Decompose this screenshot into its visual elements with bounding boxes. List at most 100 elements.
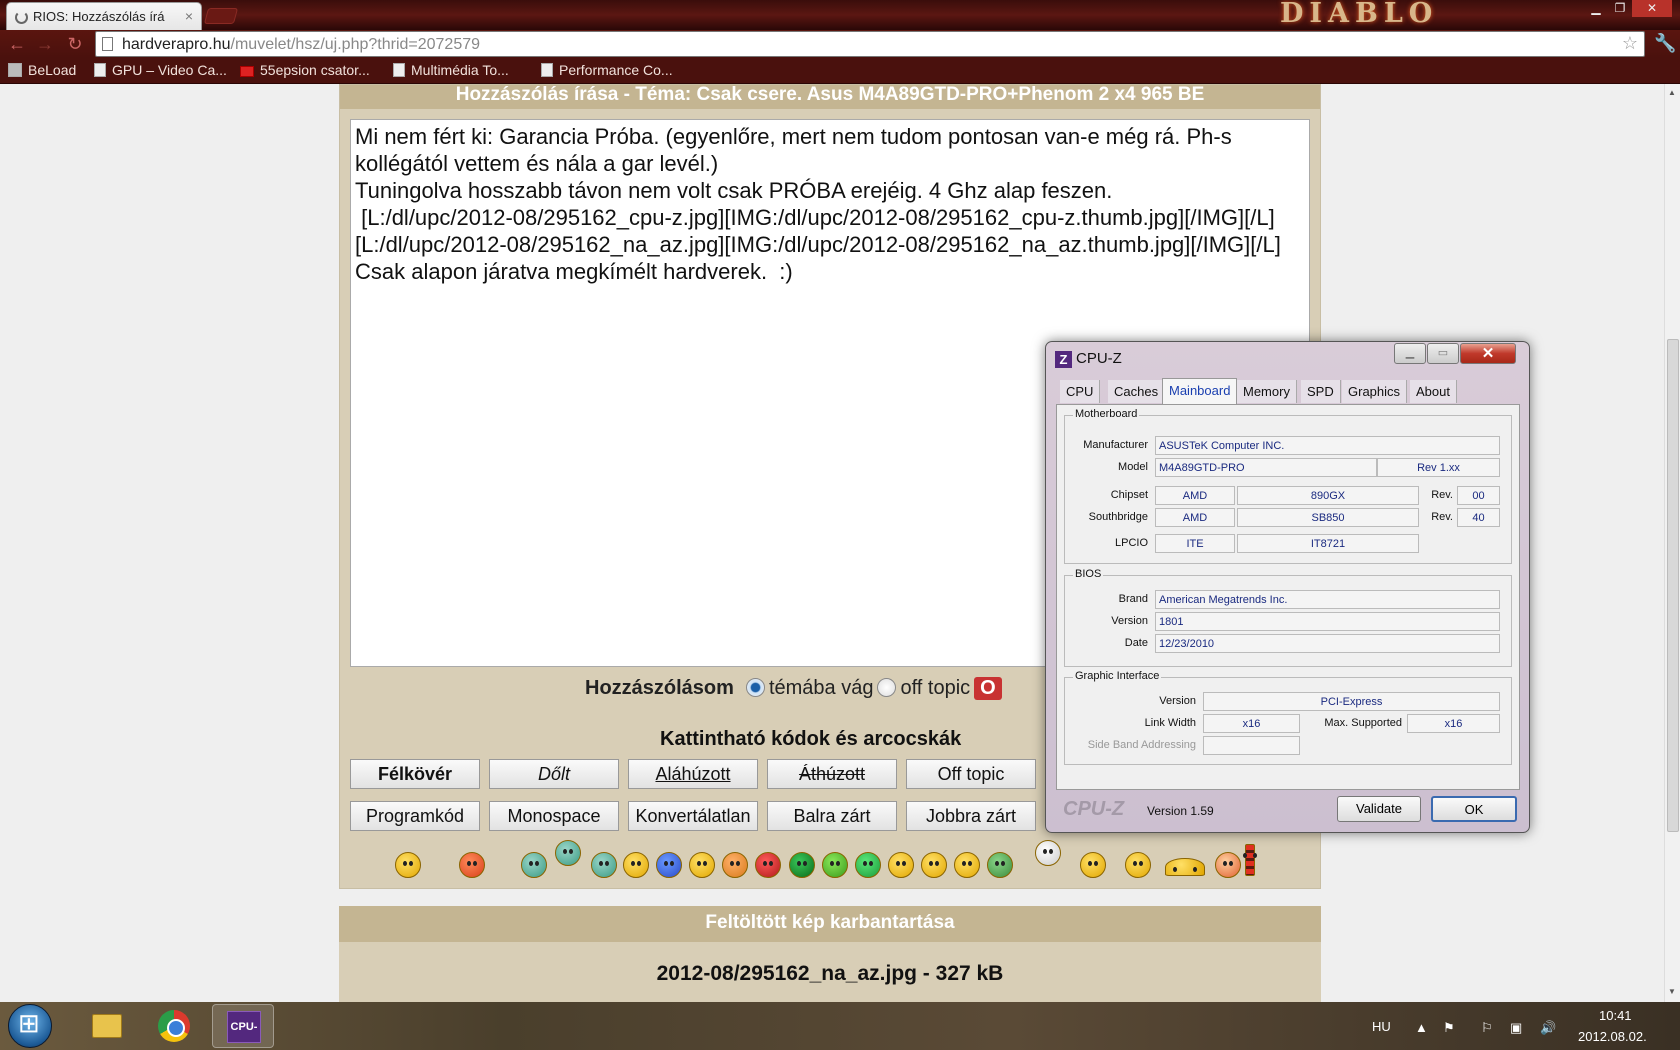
- sleepy-smiley-icon[interactable]: [1165, 858, 1205, 876]
- bookmark-item[interactable]: GPU – Video Ca...: [94, 62, 227, 78]
- windows-flag-icon[interactable]: ⚑: [1443, 1020, 1459, 1035]
- wink-smiley-icon[interactable]: [623, 852, 649, 878]
- southbridge-model-value: SB850: [1237, 508, 1419, 527]
- laugh-smiley-icon[interactable]: [954, 852, 980, 878]
- url-host: hardverapro.hu: [122, 36, 231, 53]
- taskbar-chrome[interactable]: [143, 1004, 205, 1048]
- volume-icon[interactable]: 🔊: [1540, 1020, 1556, 1035]
- cpuz-minimize-icon[interactable]: ▁: [1394, 343, 1426, 364]
- cpuz-close-icon[interactable]: ✕: [1460, 343, 1516, 364]
- clock-time[interactable]: 10:41: [1599, 1008, 1632, 1023]
- address-bar[interactable]: hardverapro.hu/muvelet/hsz/uj.php?thrid=…: [95, 31, 1645, 57]
- model-label: Model: [1118, 461, 1148, 473]
- scroll-down-icon[interactable]: ▼: [1668, 987, 1676, 996]
- unconverted-button[interactable]: Konvertálatlan: [628, 801, 758, 831]
- code-button[interactable]: Programkód: [350, 801, 480, 831]
- chrome-icon: [158, 1010, 190, 1042]
- new-tab-button[interactable]: [203, 8, 239, 24]
- sad-smiley-icon[interactable]: [656, 852, 682, 878]
- sick-smiley-icon[interactable]: [987, 852, 1013, 878]
- tab-cpu[interactable]: CPU: [1060, 380, 1101, 403]
- action-center-icon[interactable]: ⚐: [1481, 1020, 1497, 1035]
- bookmark-label: BeLoad: [28, 62, 77, 78]
- restore-icon[interactable]: ❐: [1608, 0, 1632, 17]
- tab-spd[interactable]: SPD: [1301, 380, 1341, 403]
- thinking-smiley-icon[interactable]: [1080, 852, 1106, 878]
- link-width-label: Link Width: [1144, 717, 1196, 729]
- cpuz-version: Version 1.59: [1147, 804, 1214, 818]
- close-icon[interactable]: ✕: [1632, 0, 1672, 17]
- southbridge-vendor-value: AMD: [1155, 508, 1235, 527]
- side-band-value: [1203, 736, 1300, 755]
- bookmark-item[interactable]: BeLoad: [8, 62, 76, 78]
- clock-date[interactable]: 2012.08.02.: [1578, 1029, 1647, 1044]
- mad-smiley-icon[interactable]: [755, 852, 781, 878]
- shout-smiley-icon[interactable]: [789, 852, 815, 878]
- page-icon: [541, 63, 553, 77]
- scroll-thumb[interactable]: [1667, 339, 1679, 832]
- offtopic-button[interactable]: Off topic: [906, 759, 1036, 789]
- ladder-icon[interactable]: [1243, 844, 1257, 876]
- minimize-icon[interactable]: ▁: [1584, 0, 1608, 17]
- bookmark-item[interactable]: Performance Co...: [541, 62, 673, 78]
- angry-smiley-icon[interactable]: [459, 852, 485, 878]
- bookmark-label: GPU – Video Ca...: [112, 62, 227, 78]
- bookmark-label: Performance Co...: [559, 62, 673, 78]
- bookmark-item[interactable]: Multimédia To...: [393, 62, 509, 78]
- offtopic-radio[interactable]: [877, 678, 897, 697]
- devil-smiley-icon[interactable]: [822, 852, 848, 878]
- wrench-icon[interactable]: 🔧: [1654, 33, 1676, 54]
- topic-radio[interactable]: [745, 678, 765, 697]
- ok-button[interactable]: OK: [1431, 796, 1517, 822]
- tongue-smiley-icon[interactable]: [555, 840, 581, 866]
- italic-button[interactable]: Dőlt: [489, 759, 619, 789]
- topic-radio-label: témába vág: [768, 677, 874, 699]
- align-left-button[interactable]: Balra zárt: [767, 801, 897, 831]
- bold-button[interactable]: Félkövér: [350, 759, 480, 789]
- smile-icon[interactable]: [395, 852, 421, 878]
- start-button[interactable]: [8, 1004, 52, 1048]
- scroll-up-icon[interactable]: ▲: [1668, 88, 1676, 97]
- tab-about[interactable]: About: [1410, 380, 1457, 403]
- show-hidden-icons-icon[interactable]: ▲: [1415, 1020, 1431, 1035]
- cool-smiley-icon[interactable]: [921, 852, 947, 878]
- taskbar-explorer[interactable]: [75, 1004, 137, 1048]
- grin-smiley-icon[interactable]: [521, 852, 547, 878]
- teeth-smiley-icon[interactable]: [591, 852, 617, 878]
- page-scrollbar[interactable]: ▲ ▼: [1664, 84, 1680, 1002]
- confused-smiley-icon[interactable]: [689, 852, 715, 878]
- network-icon[interactable]: ▣: [1510, 1020, 1526, 1035]
- monospace-button[interactable]: Monospace: [489, 801, 619, 831]
- neutral-smiley-icon[interactable]: [888, 852, 914, 878]
- language-indicator[interactable]: HU: [1372, 1019, 1391, 1034]
- back-icon[interactable]: ←: [6, 34, 28, 54]
- bookmark-star-icon[interactable]: ☆: [1622, 33, 1638, 54]
- taskbar-cpuz[interactable]: CPU-Z: [212, 1004, 274, 1048]
- chipset-rev-value: 00: [1457, 486, 1500, 505]
- tab-close-icon[interactable]: ×: [185, 8, 193, 24]
- align-right-button[interactable]: Jobbra zárt: [906, 801, 1036, 831]
- manufacturer-value: ASUSTeK Computer INC.: [1155, 436, 1500, 455]
- tab-mainboard[interactable]: Mainboard: [1162, 378, 1238, 404]
- happy-smiley-icon[interactable]: [855, 852, 881, 878]
- facepalm-smiley-icon[interactable]: [1215, 852, 1241, 878]
- tab-memory[interactable]: Memory: [1237, 380, 1297, 403]
- strikethrough-button[interactable]: Áthúzott: [767, 759, 897, 789]
- underline-button[interactable]: Aláhúzott: [628, 759, 758, 789]
- motherboard-group-label: Motherboard: [1073, 408, 1140, 420]
- forward-icon[interactable]: →: [34, 34, 56, 54]
- bookmark-item[interactable]: 55epsion csator...: [240, 62, 370, 78]
- post-form-header: Hozzászólás írása - Téma: Csak csere. As…: [340, 85, 1320, 109]
- bios-version-label: Version: [1111, 615, 1148, 627]
- blush-smiley-icon[interactable]: [722, 852, 748, 878]
- other-option-badge[interactable]: O: [974, 677, 1002, 700]
- simple-smile-icon[interactable]: [1125, 852, 1151, 878]
- validate-button[interactable]: Validate: [1337, 796, 1421, 822]
- ghost-smiley-icon[interactable]: [1035, 840, 1061, 866]
- browser-tab[interactable]: RIOS: Hozzászólás írá ×: [6, 2, 202, 30]
- tab-graphics[interactable]: Graphics: [1342, 380, 1408, 403]
- lpcio-model-value: IT8721: [1237, 534, 1419, 553]
- tab-caches[interactable]: Caches: [1108, 380, 1166, 403]
- reload-icon[interactable]: ↻: [64, 34, 86, 54]
- cpuz-maximize-icon[interactable]: ▭: [1427, 343, 1459, 364]
